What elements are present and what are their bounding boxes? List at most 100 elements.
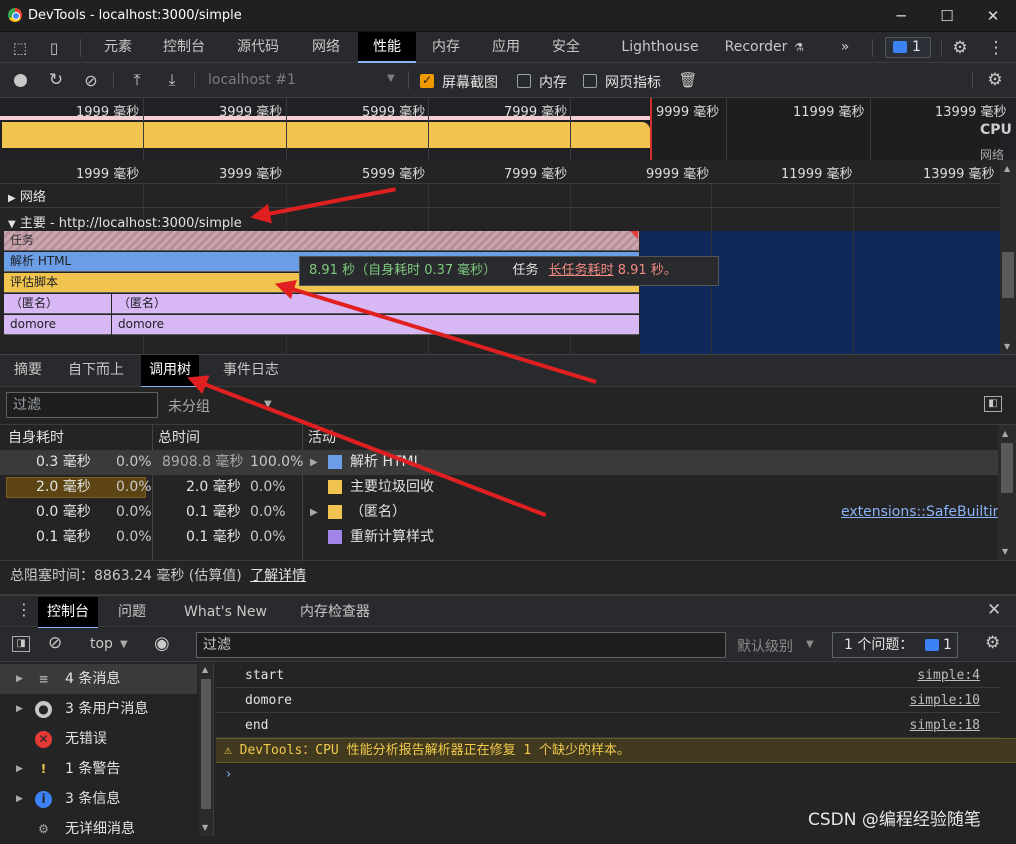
sidebar-item[interactable]: ▶ ● 3 条用户消息	[0, 694, 197, 724]
close-window-button[interactable]: ✕	[970, 0, 1016, 32]
activity-name: 重新计算样式	[350, 529, 434, 545]
timeline-overview[interactable]: 1999 毫秒 3999 毫秒 5999 毫秒 7999 毫秒 9999 毫秒 …	[0, 98, 1016, 160]
inspect-element-icon[interactable]: ⬚	[10, 38, 30, 58]
minimize-button[interactable]: ─	[878, 0, 924, 32]
drawer-tab-bar	[0, 594, 1016, 627]
tab-event-log[interactable]: 事件日志	[215, 355, 287, 386]
tree-scrollbar[interactable]: ▲ ▼	[998, 425, 1016, 560]
category-swatch	[328, 530, 342, 544]
console-prompt[interactable]: ›	[226, 767, 231, 782]
close-drawer-icon[interactable]: ✕	[987, 600, 1001, 620]
sidebar-scrollbar[interactable]: ▲ ▼	[199, 663, 213, 836]
sidebar-item[interactable]: ⚙ 无详细消息	[0, 814, 197, 844]
chevron-down-icon: ▼	[120, 639, 128, 650]
download-icon[interactable]: ⤓	[162, 70, 182, 90]
anonymous-bar[interactable]: （匿名）	[4, 294, 111, 314]
device-toolbar-icon[interactable]: ▯	[44, 38, 64, 58]
screenshots-checkbox[interactable]	[420, 73, 434, 88]
tab-network[interactable]: 网络	[300, 32, 352, 63]
total-pct-cell: 0.0%	[250, 529, 286, 545]
tab-sources[interactable]: 源代码	[226, 32, 290, 63]
profile-select[interactable]: localhost #1	[208, 72, 296, 88]
live-expression-eye-icon[interactable]: ◉	[154, 633, 170, 654]
self-time-header[interactable]: 自身耗时	[8, 426, 64, 450]
warning-text: DevTools：CPU 性能分析报告解析器正在修复 1 个缺少的样本。	[239, 743, 631, 758]
tab-console[interactable]: 控制台	[152, 32, 216, 63]
task-bar[interactable]: 任务	[4, 231, 639, 251]
anonymous-bar[interactable]: （匿名）	[112, 294, 639, 314]
console-message: start simple:4	[216, 663, 1000, 688]
reload-icon[interactable]: ↻	[46, 70, 66, 90]
sidebar-item[interactable]: ▶! 1 条警告	[0, 754, 197, 784]
self-time-cell: 0.3 毫秒	[36, 454, 91, 470]
tab-security[interactable]: 安全	[540, 32, 592, 63]
sidebar-item[interactable]: ▶ ≡ 4 条消息	[0, 664, 197, 694]
settings-gear-icon[interactable]: ⚙	[950, 38, 970, 58]
sidebar-toggle-icon[interactable]: ◨	[12, 636, 30, 652]
tab-lighthouse[interactable]: Lighthouse	[610, 32, 710, 63]
chevron-down-icon: ▼	[806, 639, 814, 650]
expand-arrow-icon: ▶	[8, 193, 16, 204]
capture-settings-gear-icon[interactable]: ⚙	[985, 70, 1005, 90]
long-task-link[interactable]: 长任务耗时	[549, 263, 614, 278]
domore-bar[interactable]: domore	[4, 315, 111, 335]
sidebar-item[interactable]: ▶ i 3 条信息	[0, 784, 197, 814]
trash-icon[interactable]: 🗑	[678, 70, 697, 90]
tab-application[interactable]: 应用	[480, 32, 532, 63]
console-issues-button[interactable]: 1 个问题： 1	[832, 632, 958, 658]
self-time-cell: 0.1 毫秒	[36, 529, 91, 545]
grouping-select[interactable]: 未分组	[168, 396, 210, 416]
clear-console-icon[interactable]: ⊘	[48, 633, 62, 653]
list-icon: ≡	[38, 672, 49, 686]
sidebar-item-label: 3 条用户消息	[65, 701, 149, 717]
memory-checkbox[interactable]	[517, 74, 531, 88]
network-track-header[interactable]: ▶ 网络	[8, 186, 46, 205]
tab-whats-new[interactable]: What's New	[184, 597, 267, 627]
tab-summary[interactable]: 摘要	[6, 355, 50, 386]
tab-recorder[interactable]: Recorder	[720, 32, 792, 63]
tooltip-time: 8.91 秒（自身耗时 0.37 毫秒）	[309, 263, 497, 278]
flask-icon: ⚗	[794, 40, 804, 54]
flame-scrollbar[interactable]: ▲ ▼	[1000, 160, 1016, 354]
tab-performance[interactable]: 性能	[358, 32, 416, 63]
console-filter-input[interactable]: 过滤	[196, 632, 726, 658]
source-link[interactable]: simple:18	[910, 713, 980, 738]
record-icon[interactable]	[14, 74, 27, 87]
maximize-button[interactable]: ☐	[924, 0, 970, 32]
expand-arrow-icon[interactable]: ▶	[310, 500, 318, 525]
web-vitals-checkbox[interactable]	[583, 74, 597, 88]
total-time-header[interactable]: 总时间	[158, 426, 200, 450]
learn-more-link[interactable]: 了解详情	[250, 568, 306, 584]
tab-elements[interactable]: 元素	[92, 32, 144, 63]
expand-arrow-icon[interactable]: ▶	[310, 450, 318, 475]
overview-tick-label: 7999 毫秒	[504, 105, 568, 120]
tab-issues[interactable]: 问题	[118, 597, 146, 627]
source-link[interactable]: extensions::SafeBuiltins	[841, 500, 1009, 525]
toggle-sidebar-icon[interactable]: ◧	[984, 396, 1002, 412]
source-link[interactable]: simple:10	[910, 688, 980, 713]
screenshots-label: 屏幕截图	[442, 75, 498, 91]
sidebar-item[interactable]: ✕ 无错误	[0, 724, 197, 754]
drawer-menu-icon[interactable]: ⋮	[16, 600, 32, 619]
more-tabs-button[interactable]: »	[830, 32, 860, 63]
ruler-tick-label: 5999 毫秒	[362, 167, 426, 182]
main-track-header[interactable]: ▼ 主要 - http://localhost:3000/simple	[8, 212, 242, 231]
self-time-cell: 2.0 毫秒	[36, 479, 91, 495]
tab-memory[interactable]: 内存	[420, 32, 472, 63]
domore-bar[interactable]: domore	[112, 315, 639, 335]
info-icon: i	[35, 791, 52, 808]
log-level-select[interactable]: 默认级别	[737, 636, 793, 656]
clear-icon[interactable]: ⊘	[81, 70, 101, 90]
source-link[interactable]: simple:4	[917, 663, 980, 688]
unselected-region	[640, 231, 1000, 354]
upload-icon[interactable]: ⤒	[127, 70, 147, 90]
context-select[interactable]: top	[90, 636, 113, 652]
tab-drawer-console[interactable]: 控制台	[38, 597, 98, 629]
more-options-icon[interactable]: ⋮	[986, 38, 1006, 58]
tab-memory-inspector[interactable]: 内存检查器	[300, 597, 370, 627]
console-settings-gear-icon[interactable]: ⚙	[985, 633, 1000, 653]
issues-counter[interactable]: 1	[885, 37, 931, 58]
tab-bottom-up[interactable]: 自下而上	[60, 355, 132, 386]
warning-icon: ⚠	[224, 743, 232, 758]
tree-filter-input[interactable]: 过滤	[6, 392, 158, 418]
